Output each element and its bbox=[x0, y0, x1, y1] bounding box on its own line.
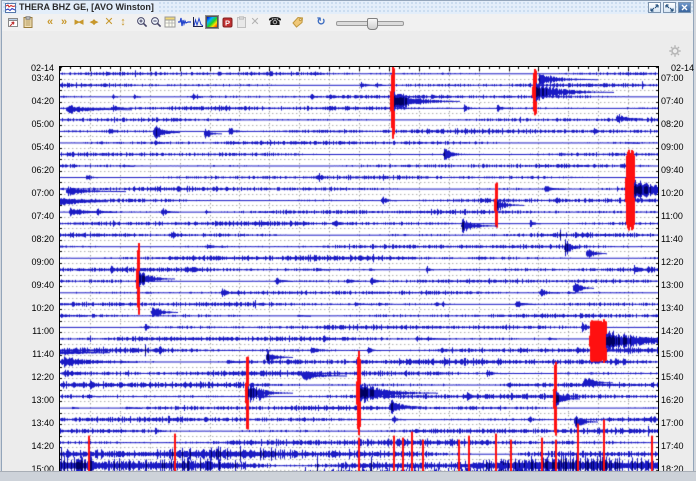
settings-icon[interactable] bbox=[163, 15, 177, 29]
grow-height-icon[interactable]: ↕ bbox=[116, 15, 130, 29]
window-controls bbox=[648, 2, 691, 13]
copy-clipboard-icon[interactable] bbox=[234, 15, 248, 29]
helicorder-view: 02-1402-1403:4007:0004:2007:4005:0008:20… bbox=[2, 31, 693, 472]
scroll-back-icon[interactable]: « bbox=[43, 15, 57, 29]
right-time-label: 13:40 bbox=[661, 304, 684, 313]
shrink-height-icon[interactable]: ✕ bbox=[102, 15, 116, 29]
left-time-label: 03:40 bbox=[2, 74, 54, 83]
right-time-label: 13:00 bbox=[661, 281, 684, 290]
left-time-label: 07:40 bbox=[2, 212, 54, 221]
right-time-label: 17:40 bbox=[661, 442, 684, 451]
left-time-label: 11:40 bbox=[2, 350, 54, 359]
right-time-label: 15:40 bbox=[661, 373, 684, 382]
left-time-label: 10:20 bbox=[2, 304, 54, 313]
right-time-label: 16:20 bbox=[661, 396, 684, 405]
right-time-label: 10:20 bbox=[661, 189, 684, 198]
app-background-strip bbox=[0, 471, 696, 481]
left-time-label: 06:20 bbox=[2, 166, 54, 175]
right-time-label: 09:00 bbox=[661, 143, 684, 152]
alarm-icon[interactable]: ☎ bbox=[268, 15, 282, 29]
helicorder-frame: THERA BHZ GE, [AVO Winston] bbox=[1, 0, 694, 471]
left-time-label: 11:00 bbox=[2, 327, 54, 336]
throbber-gear-icon bbox=[669, 45, 681, 57]
maximize-icon bbox=[665, 4, 674, 12]
close-icon bbox=[681, 4, 688, 11]
zoom-out-icon[interactable] bbox=[149, 15, 163, 29]
window-title: THERA BHZ GE, [AVO Winston] bbox=[19, 2, 158, 13]
scroll-forward-icon[interactable]: » bbox=[57, 15, 71, 29]
remove-wave-icon[interactable]: ✕ bbox=[248, 15, 262, 29]
left-time-label: 05:40 bbox=[2, 143, 54, 152]
swarm-app: THERA BHZ GE, [AVO Winston] bbox=[0, 0, 696, 481]
svg-text:P: P bbox=[224, 18, 229, 27]
compress-time-icon[interactable]: ▸◂ bbox=[71, 15, 85, 29]
right-time-label: 12:20 bbox=[661, 258, 684, 267]
left-time-label: 13:00 bbox=[2, 396, 54, 405]
left-time-label: 14:20 bbox=[2, 442, 54, 451]
right-time-label: 09:40 bbox=[661, 166, 684, 175]
refresh-icon[interactable]: ↻ bbox=[314, 15, 328, 29]
tag-icon[interactable] bbox=[290, 15, 304, 29]
spectrogram-view-icon[interactable] bbox=[205, 15, 219, 29]
phase-picker-icon[interactable]: P bbox=[220, 15, 234, 29]
right-time-label: 08:20 bbox=[661, 120, 684, 129]
right-time-label: 11:00 bbox=[661, 212, 683, 221]
new-window-icon[interactable] bbox=[6, 15, 20, 29]
date-label-left: 02-14 bbox=[2, 64, 54, 73]
left-time-label: 12:20 bbox=[2, 373, 54, 382]
save-icon[interactable] bbox=[21, 15, 35, 29]
right-time-label: 14:20 bbox=[661, 327, 684, 336]
close-button[interactable] bbox=[678, 2, 691, 13]
titlebar[interactable]: THERA BHZ GE, [AVO Winston] bbox=[2, 1, 693, 15]
helicorder-plot[interactable] bbox=[59, 66, 659, 481]
waveform-view-icon[interactable] bbox=[177, 15, 191, 29]
left-time-label: 05:00 bbox=[2, 120, 54, 129]
slider-thumb[interactable] bbox=[367, 18, 378, 30]
right-time-label: 11:40 bbox=[661, 235, 683, 244]
spectra-view-icon[interactable] bbox=[191, 15, 205, 29]
spectrogram-gradient bbox=[206, 16, 218, 28]
left-time-label: 13:40 bbox=[2, 419, 54, 428]
left-time-label: 09:00 bbox=[2, 258, 54, 267]
left-time-label: 09:40 bbox=[2, 281, 54, 290]
zoom-in-icon[interactable] bbox=[135, 15, 149, 29]
right-time-label: 17:00 bbox=[661, 419, 684, 428]
toolbar: « » ▸◂ ◂▸ ✕ ↕ P bbox=[2, 14, 693, 32]
iconify-icon bbox=[650, 4, 659, 12]
expand-time-icon[interactable]: ◂▸ bbox=[86, 15, 100, 29]
zoom-slider[interactable] bbox=[336, 21, 404, 26]
right-time-label: 07:00 bbox=[661, 74, 684, 83]
iconify-button[interactable] bbox=[648, 2, 661, 13]
right-time-label: 07:40 bbox=[661, 97, 684, 106]
helicorder-icon bbox=[5, 3, 16, 13]
right-time-label: 15:00 bbox=[661, 350, 684, 359]
maximize-button[interactable] bbox=[663, 2, 676, 13]
left-time-label: 07:00 bbox=[2, 189, 54, 198]
left-time-label: 08:20 bbox=[2, 235, 54, 244]
left-time-label: 04:20 bbox=[2, 97, 54, 106]
